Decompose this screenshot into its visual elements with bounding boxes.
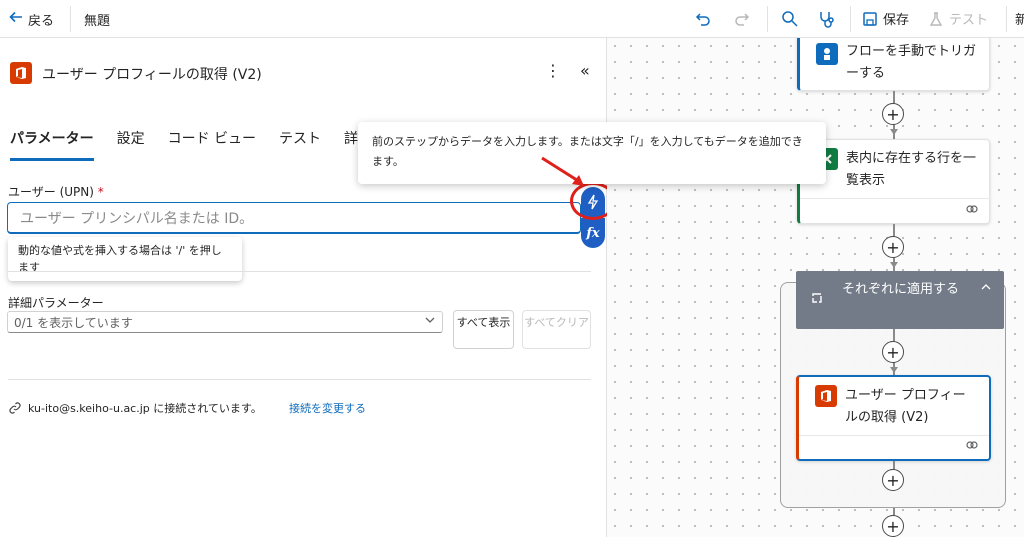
advanced-parameters-label: 詳細パラメーター — [8, 296, 104, 310]
more-options-icon[interactable]: ⋮ — [545, 61, 561, 80]
panel-title: ユーザー プロフィールの取得 (V2) — [42, 67, 262, 83]
tab-test[interactable]: テスト — [279, 128, 321, 161]
tab-code-view[interactable]: コード ビュー — [168, 128, 256, 161]
divider — [70, 6, 71, 32]
expression-button[interactable]: fx — [581, 218, 605, 248]
arrow-down-icon — [890, 262, 898, 268]
action-details-panel: ユーザー プロフィールの取得 (V2) ⋮ « パラメーター 設定 コード ビュ… — [0, 38, 616, 537]
office-icon — [10, 62, 32, 84]
search-person-icon — [782, 11, 798, 27]
undo-button[interactable] — [692, 8, 714, 30]
chevron-up-icon[interactable] — [980, 281, 992, 296]
test-button[interactable]: テスト — [928, 9, 988, 28]
get-user-profile-card[interactable]: ユーザー プロフィールの取得 (V2) — [796, 375, 991, 461]
arrow-left-icon — [8, 9, 24, 29]
annotation-arrow — [541, 156, 584, 186]
assistant-button[interactable] — [779, 8, 801, 30]
clear-all-button[interactable]: すべてクリア — [522, 310, 591, 349]
link-icon — [965, 440, 979, 453]
divider — [767, 6, 768, 32]
flask-icon — [929, 11, 943, 26]
divider — [799, 435, 989, 436]
divider — [850, 6, 851, 32]
card-label: フローを手動でトリガーする — [846, 44, 977, 81]
loop-icon — [810, 291, 824, 308]
slash-hint-callout: 動的な値や式を挿入する場合は '/' を押します — [8, 237, 242, 281]
chevron-down-icon — [424, 314, 436, 329]
new-designer-toggle[interactable]: 新 — [1015, 9, 1024, 28]
card-label: ユーザー プロフィールの取得 (V2) — [845, 388, 966, 425]
tab-settings[interactable]: 設定 — [117, 128, 145, 161]
upn-input[interactable]: ユーザー プリンシパル名または ID。 — [7, 202, 581, 234]
undo-icon — [695, 13, 710, 26]
add-step-button[interactable]: + — [882, 103, 904, 125]
collapse-panel-icon[interactable]: « — [580, 61, 590, 80]
link-icon — [965, 204, 979, 217]
add-step-button[interactable]: + — [882, 515, 904, 537]
arrow-down-icon — [890, 129, 898, 135]
add-step-button[interactable]: + — [882, 341, 904, 363]
upn-label: ユーザー (UPN) * — [8, 185, 104, 199]
back-label: 戻る — [28, 13, 55, 29]
upn-placeholder: ユーザー プリンシパル名または ID。 — [20, 210, 254, 227]
flow-checker-button[interactable] — [815, 8, 837, 30]
divider — [1006, 6, 1007, 32]
apply-to-each-label: それぞれに適用する — [842, 282, 960, 297]
add-step-button[interactable]: + — [882, 469, 904, 491]
card-label: 表内に存在する行を一覧表示 — [846, 151, 977, 188]
save-button[interactable]: 保存 — [862, 9, 909, 28]
redo-icon — [735, 13, 750, 26]
apply-to-each-header[interactable]: それぞれに適用する — [796, 271, 1004, 329]
arrow-down-icon — [890, 367, 898, 373]
show-all-button[interactable]: すべて表示 — [453, 310, 514, 349]
divider — [800, 198, 990, 199]
fx-icon: fx — [586, 225, 600, 241]
flow-canvas[interactable]: フローを手動でトリガーする + 表内に存在する行を一覧表示 + それぞれに適用す… — [607, 38, 1024, 537]
save-icon — [863, 11, 877, 26]
manual-trigger-icon — [816, 43, 838, 65]
link-icon — [9, 402, 21, 414]
back-button[interactable]: 戻る — [8, 9, 54, 29]
panel-tabs: パラメーター 設定 コード ビュー テスト 詳細 — [10, 128, 372, 161]
tab-parameters[interactable]: パラメーター — [10, 128, 94, 161]
advanced-parameters-dropdown[interactable]: 0/1 を表示しています — [7, 311, 443, 333]
trigger-card[interactable]: フローを手動でトリガーする — [797, 38, 990, 91]
dynamic-content-tooltip: 前のステップからデータを入力します。または文字「/」を入力してもデータを追加でき… — [358, 122, 826, 184]
add-step-button[interactable]: + — [882, 236, 904, 258]
top-toolbar: 戻る 無題 保存 テスト 新 — [0, 0, 1024, 38]
redo-button[interactable] — [731, 8, 753, 30]
required-mark: * — [97, 185, 104, 199]
flow-title[interactable]: 無題 — [84, 10, 110, 29]
divider — [8, 379, 591, 380]
office-icon — [815, 385, 837, 407]
divider — [8, 271, 591, 272]
connection-info: ku-ito@s.keiho-u.ac.jp に接続されています。 — [8, 400, 262, 416]
stethoscope-icon — [820, 12, 834, 28]
change-connection-link[interactable]: 接続を変更する — [289, 400, 366, 416]
